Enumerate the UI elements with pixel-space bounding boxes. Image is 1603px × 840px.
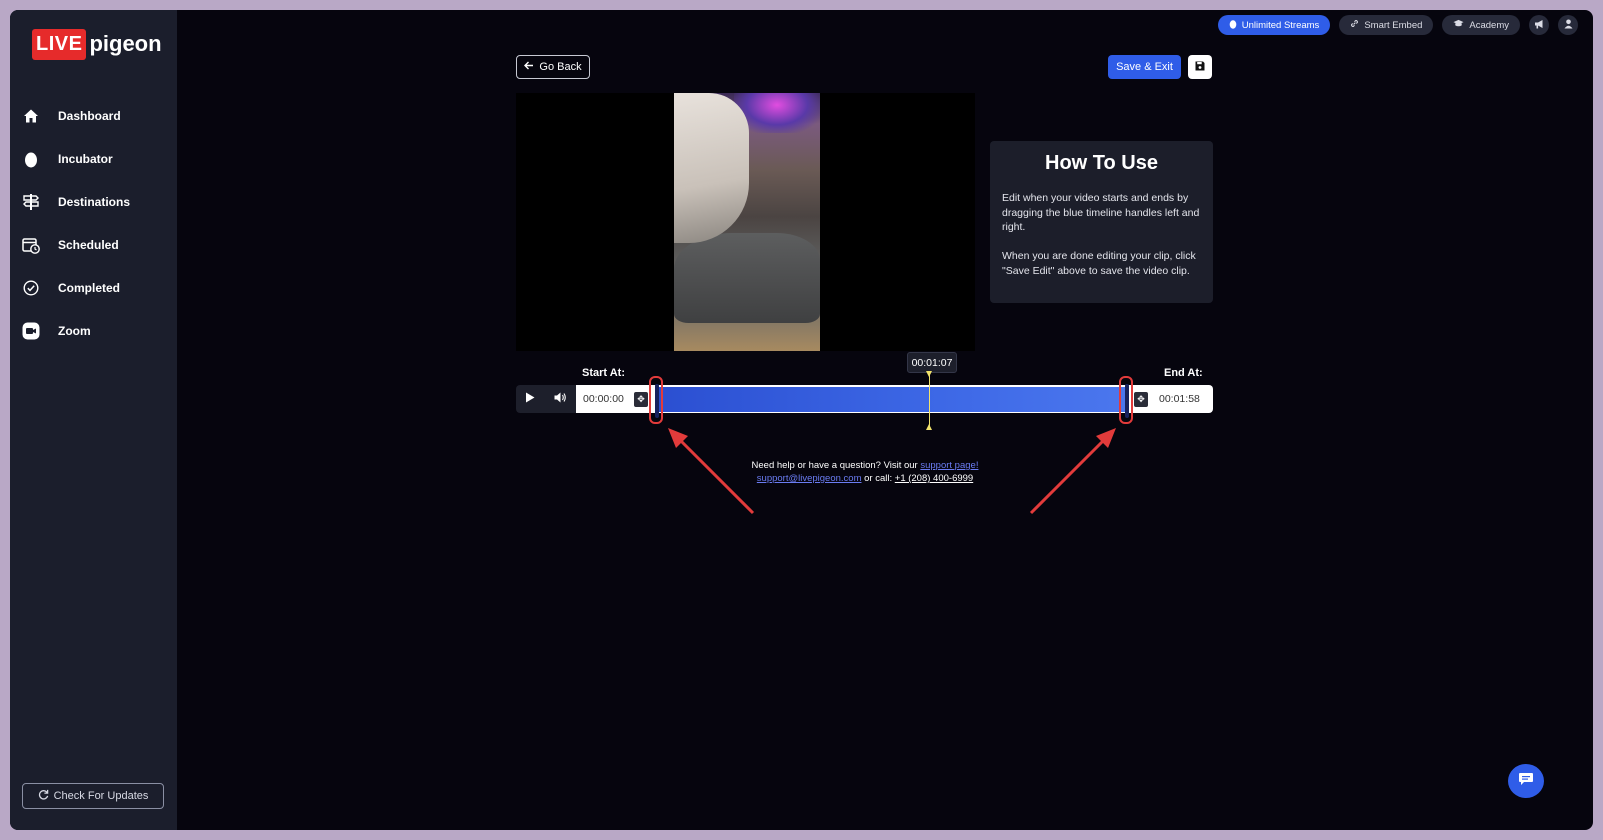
end-timeline-handle[interactable] xyxy=(1119,376,1133,424)
arrow-left-icon xyxy=(524,61,534,73)
go-back-label: Go Back xyxy=(539,61,582,73)
start-handle-drag-icon[interactable]: ✥ xyxy=(634,392,648,407)
floppy-disk-icon xyxy=(1195,58,1205,76)
end-time-input[interactable]: 00:01:58 xyxy=(1159,393,1200,405)
check-updates-button[interactable]: Check For Updates xyxy=(22,783,164,809)
video-camera-icon xyxy=(22,322,40,340)
playhead-marker-bottom xyxy=(926,424,932,430)
video-frame xyxy=(674,93,820,351)
signpost-icon xyxy=(22,193,40,211)
how-to-use-panel: How To Use Edit when your video starts a… xyxy=(990,141,1213,303)
megaphone-icon xyxy=(1534,19,1544,32)
logo-pigeon-text: pigeon xyxy=(89,31,162,56)
link-icon xyxy=(1350,19,1359,31)
refresh-icon xyxy=(38,789,49,803)
smart-embed-button[interactable]: Smart Embed xyxy=(1339,15,1434,35)
topbar: Unlimited Streams Smart Embed Academy xyxy=(1217,15,1578,35)
sidebar: LIVE pigeon Dashboard Incubator Destinat… xyxy=(10,10,177,830)
smart-embed-label: Smart Embed xyxy=(1364,19,1423,31)
video-player[interactable] xyxy=(516,93,975,351)
sidebar-nav: Dashboard Incubator Destinations Schedul… xyxy=(10,94,177,352)
support-page-link[interactable]: support page! xyxy=(920,460,978,471)
profile-button[interactable] xyxy=(1558,15,1578,35)
home-icon xyxy=(22,107,40,125)
support-phone-link[interactable]: +1 (208) 400-6999 xyxy=(895,473,973,484)
start-timeline-handle[interactable] xyxy=(649,376,663,424)
how-to-use-paragraph-1: Edit when your video starts and ends by … xyxy=(1002,192,1200,233)
how-to-use-title: How To Use xyxy=(1045,152,1158,174)
playback-controls xyxy=(516,385,576,413)
sidebar-item-dashboard[interactable]: Dashboard xyxy=(10,94,177,137)
sidebar-item-incubator[interactable]: Incubator xyxy=(10,137,177,180)
playhead-line[interactable] xyxy=(929,373,930,430)
save-button[interactable] xyxy=(1188,55,1212,79)
sidebar-item-zoom[interactable]: Zoom xyxy=(10,309,177,352)
egg-icon xyxy=(1229,19,1237,32)
playhead-time-tooltip: 00:01:07 xyxy=(907,352,957,373)
academy-button[interactable]: Academy xyxy=(1442,15,1520,35)
support-email-link[interactable]: support@livepigeon.com xyxy=(757,473,862,484)
save-exit-button[interactable]: Save & Exit xyxy=(1108,55,1181,79)
announcements-button[interactable] xyxy=(1529,15,1549,35)
play-icon[interactable] xyxy=(525,390,535,408)
unlimited-streams-label: Unlimited Streams xyxy=(1241,19,1320,31)
sidebar-item-label: Dashboard xyxy=(58,108,121,123)
sidebar-item-label: Completed xyxy=(58,280,121,295)
sidebar-item-destinations[interactable]: Destinations xyxy=(10,180,177,223)
check-circle-icon xyxy=(22,279,40,297)
academy-label: Academy xyxy=(1469,19,1509,31)
help-text: Need help or have a question? Visit our … xyxy=(700,459,1030,485)
unlimited-streams-button[interactable]: Unlimited Streams xyxy=(1217,15,1331,35)
annotation-highlight xyxy=(1119,376,1133,424)
start-at-label: Start At: xyxy=(582,367,625,379)
annotation-highlight xyxy=(649,376,663,424)
volume-icon[interactable] xyxy=(554,390,567,408)
playhead-marker-top xyxy=(926,371,932,377)
check-updates-label: Check For Updates xyxy=(53,790,149,802)
sidebar-item-label: Incubator xyxy=(58,151,113,166)
sidebar-item-label: Zoom xyxy=(58,323,91,338)
go-back-button[interactable]: Go Back xyxy=(516,55,590,79)
egg-icon xyxy=(22,150,40,168)
end-at-label: End At: xyxy=(1164,367,1203,379)
help-text-lead: Need help or have a question? Visit our xyxy=(751,460,921,471)
how-to-use-paragraph-2: When you are done editing your clip, cli… xyxy=(1002,250,1196,277)
sidebar-item-label: Destinations xyxy=(58,194,131,209)
sidebar-item-completed[interactable]: Completed xyxy=(10,266,177,309)
sidebar-item-label: Scheduled xyxy=(58,237,119,252)
sidebar-item-scheduled[interactable]: Scheduled xyxy=(10,223,177,266)
timeline-selection[interactable] xyxy=(655,387,1129,412)
chat-bubble-icon xyxy=(1518,772,1534,791)
logo-live-text: LIVE xyxy=(32,28,87,60)
graduation-cap-icon xyxy=(1453,19,1464,31)
chat-button[interactable] xyxy=(1508,764,1544,798)
end-handle-drag-icon[interactable]: ✥ xyxy=(1134,392,1148,407)
calendar-clock-icon xyxy=(22,236,40,254)
user-icon xyxy=(1564,19,1573,32)
logo[interactable]: LIVE pigeon xyxy=(32,24,162,64)
help-text-call: or call: xyxy=(861,473,895,484)
start-time-input[interactable]: 00:00:00 xyxy=(583,393,624,405)
